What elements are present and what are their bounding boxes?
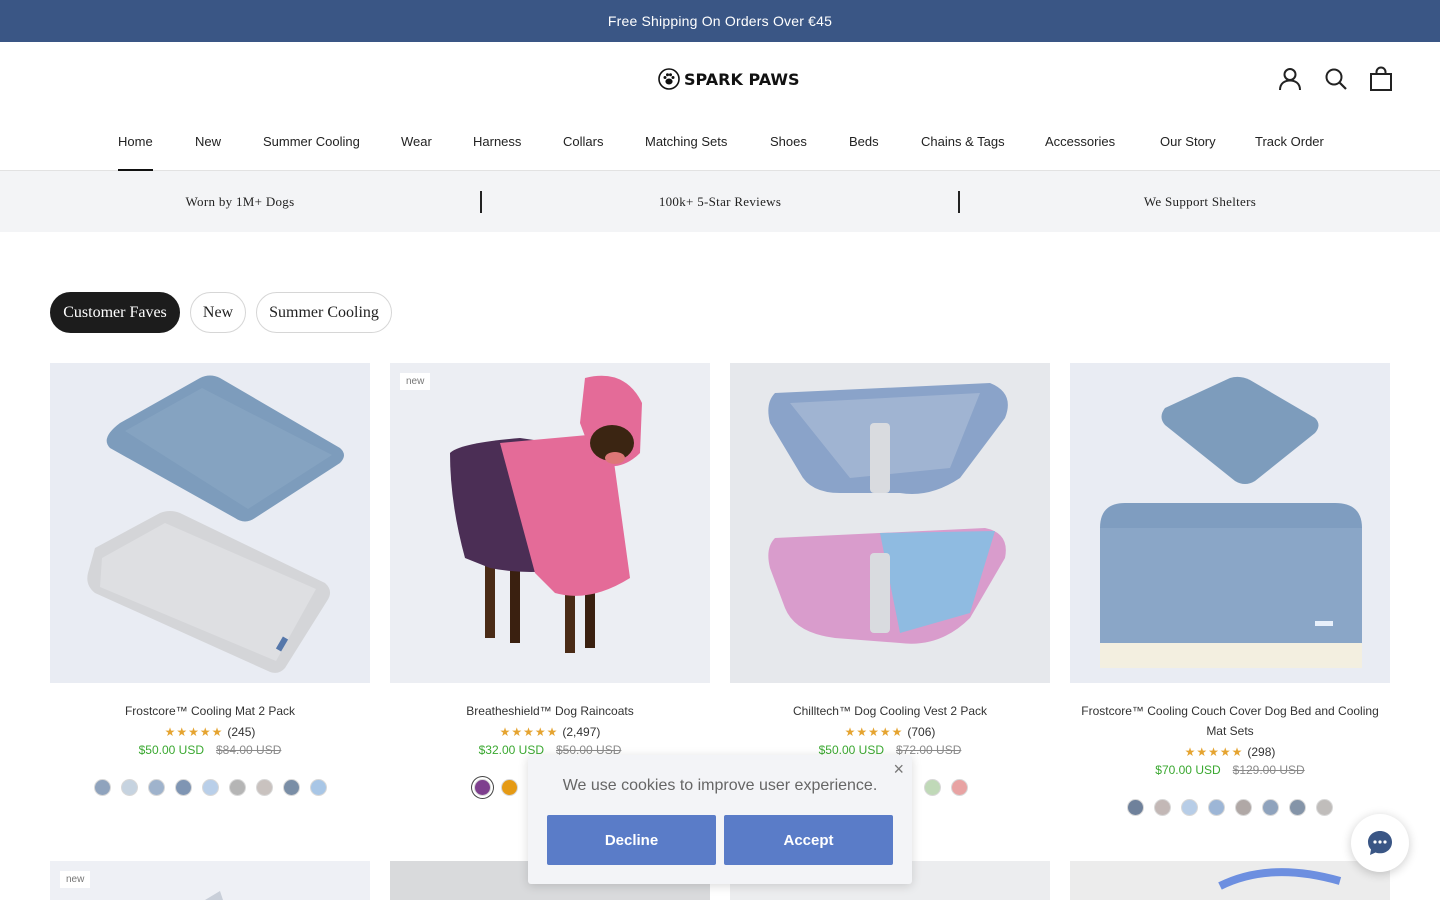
nav-item-matching-sets[interactable]: Matching Sets <box>645 134 727 149</box>
product-card[interactable]: new <box>50 861 370 900</box>
color-swatch[interactable] <box>924 779 941 796</box>
product-image <box>205 891 223 900</box>
color-swatch[interactable] <box>228 779 246 796</box>
announcement-text: Free Shipping On Orders Over €45 <box>607 13 833 29</box>
product-card[interactable]: new Breatheshield™ Dog Raincoats ★★★★★ (… <box>390 363 710 796</box>
nav-item-accessories[interactable]: Accessories <box>1045 134 1115 149</box>
color-swatch[interactable] <box>1289 799 1306 816</box>
account-icon[interactable] <box>1277 66 1303 92</box>
product-image <box>1218 868 1342 890</box>
compare-price: $129.00 USD <box>1232 763 1305 777</box>
product-title[interactable]: Breatheshield™ Dog Raincoats <box>390 701 710 721</box>
new-badge: new <box>400 373 431 390</box>
color-swatch[interactable] <box>309 779 327 796</box>
site-header: SPARK PAWS <box>0 42 1440 122</box>
product-rating: ★★★★★ (2,497) <box>390 725 710 739</box>
color-swatch[interactable] <box>501 779 518 796</box>
product-card[interactable]: Chilltech™ Dog Cooling Vest 2 Pack ★★★★★… <box>730 363 1050 796</box>
nav-item-collars[interactable]: Collars <box>563 134 603 149</box>
product-prices: $70.00 USD $129.00 USD <box>1070 763 1390 777</box>
tab-customer-faves[interactable]: Customer Faves <box>50 292 180 333</box>
product-rating: ★★★★★ (298) <box>1070 745 1390 759</box>
color-swatch[interactable] <box>120 779 138 796</box>
tab-summer-cooling[interactable]: Summer Cooling <box>256 292 392 333</box>
color-swatches <box>50 779 370 796</box>
decline-button[interactable]: Decline <box>547 815 716 865</box>
nav-item-beds[interactable]: Beds <box>849 134 879 149</box>
nav-item-home[interactable]: Home <box>118 134 153 171</box>
announcement-bar: Free Shipping On Orders Over €45 <box>0 0 1440 42</box>
product-image[interactable] <box>730 363 1050 683</box>
cookie-message: We use cookies to improve user experienc… <box>562 777 878 794</box>
product-title[interactable]: Chilltech™ Dog Cooling Vest 2 Pack <box>730 701 1050 721</box>
nav-item-track-order[interactable]: Track Order <box>1255 134 1324 149</box>
chat-bubble-icon <box>1368 831 1392 855</box>
nav-item-summer-cooling[interactable]: Summer Cooling <box>263 134 360 149</box>
color-swatch[interactable] <box>1127 799 1144 816</box>
cookie-banner: × We use cookies to improve user experie… <box>528 755 912 884</box>
couch-cover-image <box>1100 376 1362 668</box>
product-card[interactable]: Frostcore™ Cooling Mat 2 Pack ★★★★★ (245… <box>50 363 370 796</box>
tab-new[interactable]: New <box>190 292 246 333</box>
nav-item-our-story[interactable]: Our Story <box>1160 134 1216 149</box>
review-count: (706) <box>907 725 936 739</box>
review-count: (2,497) <box>562 725 601 739</box>
brand-name: SPARK PAWS <box>684 69 800 89</box>
new-badge: new <box>60 871 91 888</box>
cooling-mat-image <box>87 375 344 673</box>
color-swatch[interactable] <box>1154 799 1171 816</box>
nav-item-new[interactable]: New <box>195 134 221 149</box>
color-swatch[interactable] <box>201 779 219 796</box>
product-rating: ★★★★★ (706) <box>730 725 1050 739</box>
nav-item-chains-tags[interactable]: Chains & Tags <box>921 134 1005 149</box>
color-swatch[interactable] <box>1181 799 1198 816</box>
sale-price: $70.00 USD <box>1155 763 1221 777</box>
star-rating-icon: ★★★★★ <box>1184 745 1244 759</box>
brand-logo[interactable]: SPARK PAWS <box>658 66 800 92</box>
paw-logo-icon <box>658 68 680 90</box>
color-swatch[interactable] <box>1235 799 1252 816</box>
product-rating: ★★★★★ (245) <box>50 725 370 739</box>
nav-item-shoes[interactable]: Shoes <box>770 134 807 149</box>
color-swatch[interactable] <box>951 779 968 796</box>
compare-price: $84.00 USD <box>216 743 282 757</box>
product-card[interactable]: Frostcore™ Cooling Couch Cover Dog Bed a… <box>1070 363 1390 816</box>
color-swatches <box>1070 799 1390 816</box>
product-image[interactable] <box>1070 363 1390 683</box>
color-swatch[interactable] <box>1262 799 1279 816</box>
trust-item: We Support Shelters <box>1143 193 1257 209</box>
raincoat-dog-image <box>450 375 642 653</box>
bag-icon[interactable] <box>1368 66 1394 92</box>
review-count: (245) <box>227 725 256 739</box>
accept-button[interactable]: Accept <box>724 815 893 865</box>
product-title[interactable]: Frostcore™ Cooling Couch Cover Dog Bed a… <box>1070 701 1390 741</box>
color-swatch[interactable] <box>255 779 273 796</box>
chat-button[interactable] <box>1351 814 1409 872</box>
color-swatch[interactable] <box>93 779 111 796</box>
color-swatch[interactable] <box>282 779 300 796</box>
product-image[interactable]: new <box>390 363 710 683</box>
star-rating-icon: ★★★★★ <box>499 725 559 739</box>
trust-item: Worn by 1M+ Dogs <box>185 193 295 209</box>
color-swatch[interactable] <box>1316 799 1333 816</box>
nav-item-wear[interactable]: Wear <box>401 134 432 149</box>
search-icon[interactable] <box>1323 66 1349 92</box>
star-rating-icon: ★★★★★ <box>844 725 904 739</box>
trust-item: 100k+ 5-Star Reviews <box>658 193 782 209</box>
review-count: (298) <box>1247 745 1276 759</box>
color-swatch[interactable] <box>147 779 165 796</box>
product-prices: $50.00 USD $84.00 USD <box>50 743 370 757</box>
color-swatch[interactable] <box>474 779 491 796</box>
trust-bar: Worn by 1M+ Dogs 100k+ 5-Star Reviews We… <box>0 171 1440 232</box>
product-image[interactable] <box>50 363 370 683</box>
star-rating-icon: ★★★★★ <box>164 725 224 739</box>
nav-item-harness[interactable]: Harness <box>473 134 521 149</box>
sale-price: $50.00 USD <box>138 743 204 757</box>
product-card[interactable] <box>1070 861 1390 900</box>
cooling-vest-image <box>768 383 1008 644</box>
color-swatch[interactable] <box>174 779 192 796</box>
color-swatch[interactable] <box>1208 799 1225 816</box>
product-title[interactable]: Frostcore™ Cooling Mat 2 Pack <box>50 701 370 721</box>
main-nav: Home New Summer Cooling Wear Harness Col… <box>0 122 1440 171</box>
